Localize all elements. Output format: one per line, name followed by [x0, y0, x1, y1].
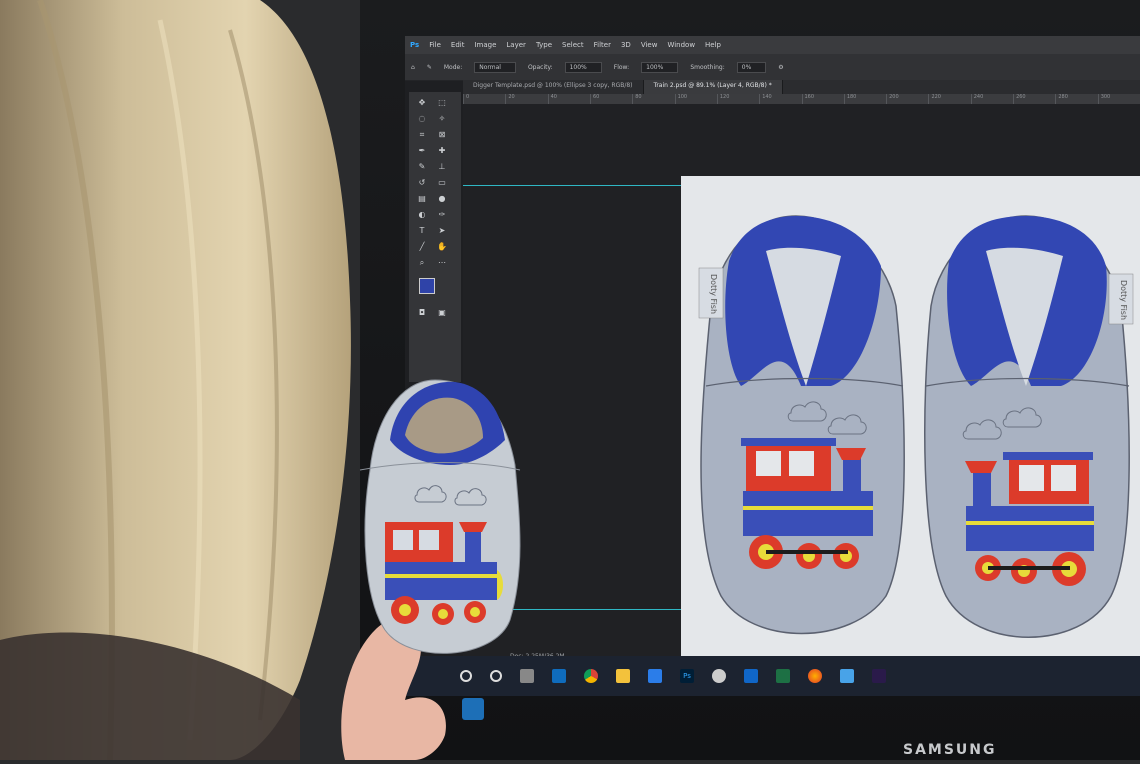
menu-item-filter[interactable]: Filter	[594, 41, 611, 49]
history-brush-tool-icon[interactable]: ↺	[417, 178, 427, 188]
widgets-icon[interactable]	[520, 669, 534, 683]
eraser-tool-icon[interactable]: ▭	[437, 178, 447, 188]
tools-panel: ✥ ⬚ ◌ ✧ ⌗ ⊠ ✒ ✚ ✎ ⊥ ↺ ▭ ▤ ● ◐ ✑ T ➤ ╱ ✋ …	[409, 92, 461, 382]
outlook-mail-icon[interactable]	[744, 669, 758, 683]
foreground-color-swatch[interactable]	[419, 278, 435, 294]
mode-select[interactable]: Normal	[474, 61, 516, 73]
smoothing-input[interactable]: 0%	[736, 61, 767, 73]
file-explorer-icon[interactable]	[616, 669, 630, 683]
screen-mode-icon[interactable]: ▣	[437, 308, 447, 318]
ruler-tick: 60	[589, 94, 632, 104]
ruler-tick: 260	[1013, 94, 1055, 104]
ruler-tick: 160	[801, 94, 844, 104]
ruler-tick: 100	[674, 94, 717, 104]
smoothing-label: Smoothing:	[690, 63, 725, 71]
mode-label: Mode:	[443, 63, 463, 71]
dodge-tool-icon[interactable]: ◐	[417, 210, 427, 220]
home-icon[interactable]: ⌂	[411, 64, 415, 71]
quick-select-tool-icon[interactable]: ✧	[437, 114, 447, 124]
quick-mask-icon[interactable]: ◘	[417, 308, 427, 318]
hand-tool-icon[interactable]: ✋	[437, 242, 447, 252]
opacity-input[interactable]: 100%	[564, 61, 602, 73]
canvas-area[interactable]: Dotty Fish Dotty Fish	[463, 104, 1140, 696]
task-view-icon[interactable]	[490, 670, 502, 682]
brand-tag-left: Dotty Fish	[709, 274, 718, 314]
document-canvas[interactable]: Dotty Fish Dotty Fish	[681, 176, 1140, 688]
menu-bar: Ps File Edit Image Layer Type Select Fil…	[405, 36, 1140, 54]
healing-tool-icon[interactable]: ✚	[437, 146, 447, 156]
lasso-tool-icon[interactable]: ◌	[417, 114, 427, 124]
person-hair	[0, 0, 370, 761]
menu-item-help[interactable]: Help	[705, 41, 721, 49]
monitor-brand-label: SAMSUNG	[903, 742, 997, 758]
move-tool-icon[interactable]: ✥	[417, 98, 427, 108]
store-icon[interactable]	[648, 669, 662, 683]
app-logo-icon: Ps	[410, 41, 420, 49]
blur-tool-icon[interactable]: ●	[437, 194, 447, 204]
baby-shoe-photo	[355, 370, 525, 660]
eyedropper-tool-icon[interactable]: ✒	[417, 146, 427, 156]
energy-star-logo	[462, 698, 484, 720]
menu-item-view[interactable]: View	[641, 41, 658, 49]
app-icon[interactable]	[840, 669, 854, 683]
options-bar: ⌂ ✎ Mode: Normal Opacity: 100% Flow: 100…	[405, 54, 1140, 81]
left-shoe-design: Dotty Fish	[698, 215, 905, 635]
ruler-tick: 20	[505, 94, 547, 104]
ruler-tick: 200	[886, 94, 928, 104]
pen-tool-icon[interactable]: ✑	[437, 210, 447, 220]
path-select-tool-icon[interactable]: ➤	[437, 226, 447, 236]
taskbar: Ps	[405, 656, 1140, 696]
stamp-tool-icon[interactable]: ⊥	[437, 162, 447, 172]
tab-digger-template[interactable]: Digger Template.psd @ 100% (Ellipse 3 co…	[463, 80, 644, 94]
photoshop-taskbar-icon[interactable]: Ps	[680, 669, 694, 683]
ruler-tick: 300	[1097, 94, 1140, 104]
app-icon[interactable]	[712, 669, 726, 683]
ruler-tick: 280	[1055, 94, 1097, 104]
ruler-tick: 140	[759, 94, 801, 104]
outlook-icon[interactable]	[552, 669, 566, 683]
menu-item-file[interactable]: File	[429, 41, 441, 49]
brush-preset-icon[interactable]: ✎	[427, 64, 432, 71]
flow-label: Flow:	[613, 63, 630, 71]
chrome-icon[interactable]	[584, 669, 598, 683]
document-tabs: Digger Template.psd @ 100% (Ellipse 3 co…	[463, 80, 1140, 94]
ruler-tick: 180	[843, 94, 886, 104]
gradient-tool-icon[interactable]: ▤	[417, 194, 427, 204]
excel-icon[interactable]	[776, 669, 790, 683]
opacity-label: Opacity:	[527, 63, 553, 71]
settings-gear-icon[interactable]: ⚙	[778, 64, 783, 71]
marquee-tool-icon[interactable]: ⬚	[437, 98, 447, 108]
right-shoe-design: Dotty Fish	[924, 215, 1134, 638]
menu-item-image[interactable]: Image	[474, 41, 496, 49]
ruler-tick: 40	[547, 94, 590, 104]
menu-item-type[interactable]: Type	[536, 41, 552, 49]
crop-tool-icon[interactable]: ⌗	[417, 130, 427, 140]
menu-item-edit[interactable]: Edit	[451, 41, 465, 49]
firefox-icon[interactable]	[808, 669, 822, 683]
more-tools-icon[interactable]: ⋯	[437, 258, 447, 268]
ruler-tick: 240	[970, 94, 1013, 104]
type-tool-icon[interactable]: T	[417, 226, 427, 236]
premiere-icon[interactable]	[872, 669, 886, 683]
frame-tool-icon[interactable]: ⊠	[437, 130, 447, 140]
flow-input[interactable]: 100%	[641, 61, 679, 73]
shape-tool-icon[interactable]: ╱	[417, 242, 427, 252]
menu-item-window[interactable]: Window	[667, 41, 695, 49]
zoom-tool-icon[interactable]: ⌕	[417, 258, 427, 268]
menu-item-3d[interactable]: 3D	[621, 41, 631, 49]
shoe-design-artwork: Dotty Fish Dotty Fish	[698, 215, 1134, 638]
menu-item-select[interactable]: Select	[562, 41, 584, 49]
ruler-tick: 80	[632, 94, 674, 104]
horizontal-ruler: 0 20 40 60 80 100 120 140 160 180 200 22…	[463, 94, 1140, 104]
ruler-tick: 120	[716, 94, 759, 104]
menu-item-layer[interactable]: Layer	[506, 41, 526, 49]
ruler-tick: 0	[463, 94, 505, 104]
brand-tag-right: Dotty Fish	[1119, 280, 1128, 320]
ruler-tick: 220	[928, 94, 970, 104]
tab-train-2[interactable]: Train 2.psd @ 89.1% (Layer 4, RGB/8) *	[643, 80, 783, 94]
brush-tool-icon[interactable]: ✎	[417, 162, 427, 172]
